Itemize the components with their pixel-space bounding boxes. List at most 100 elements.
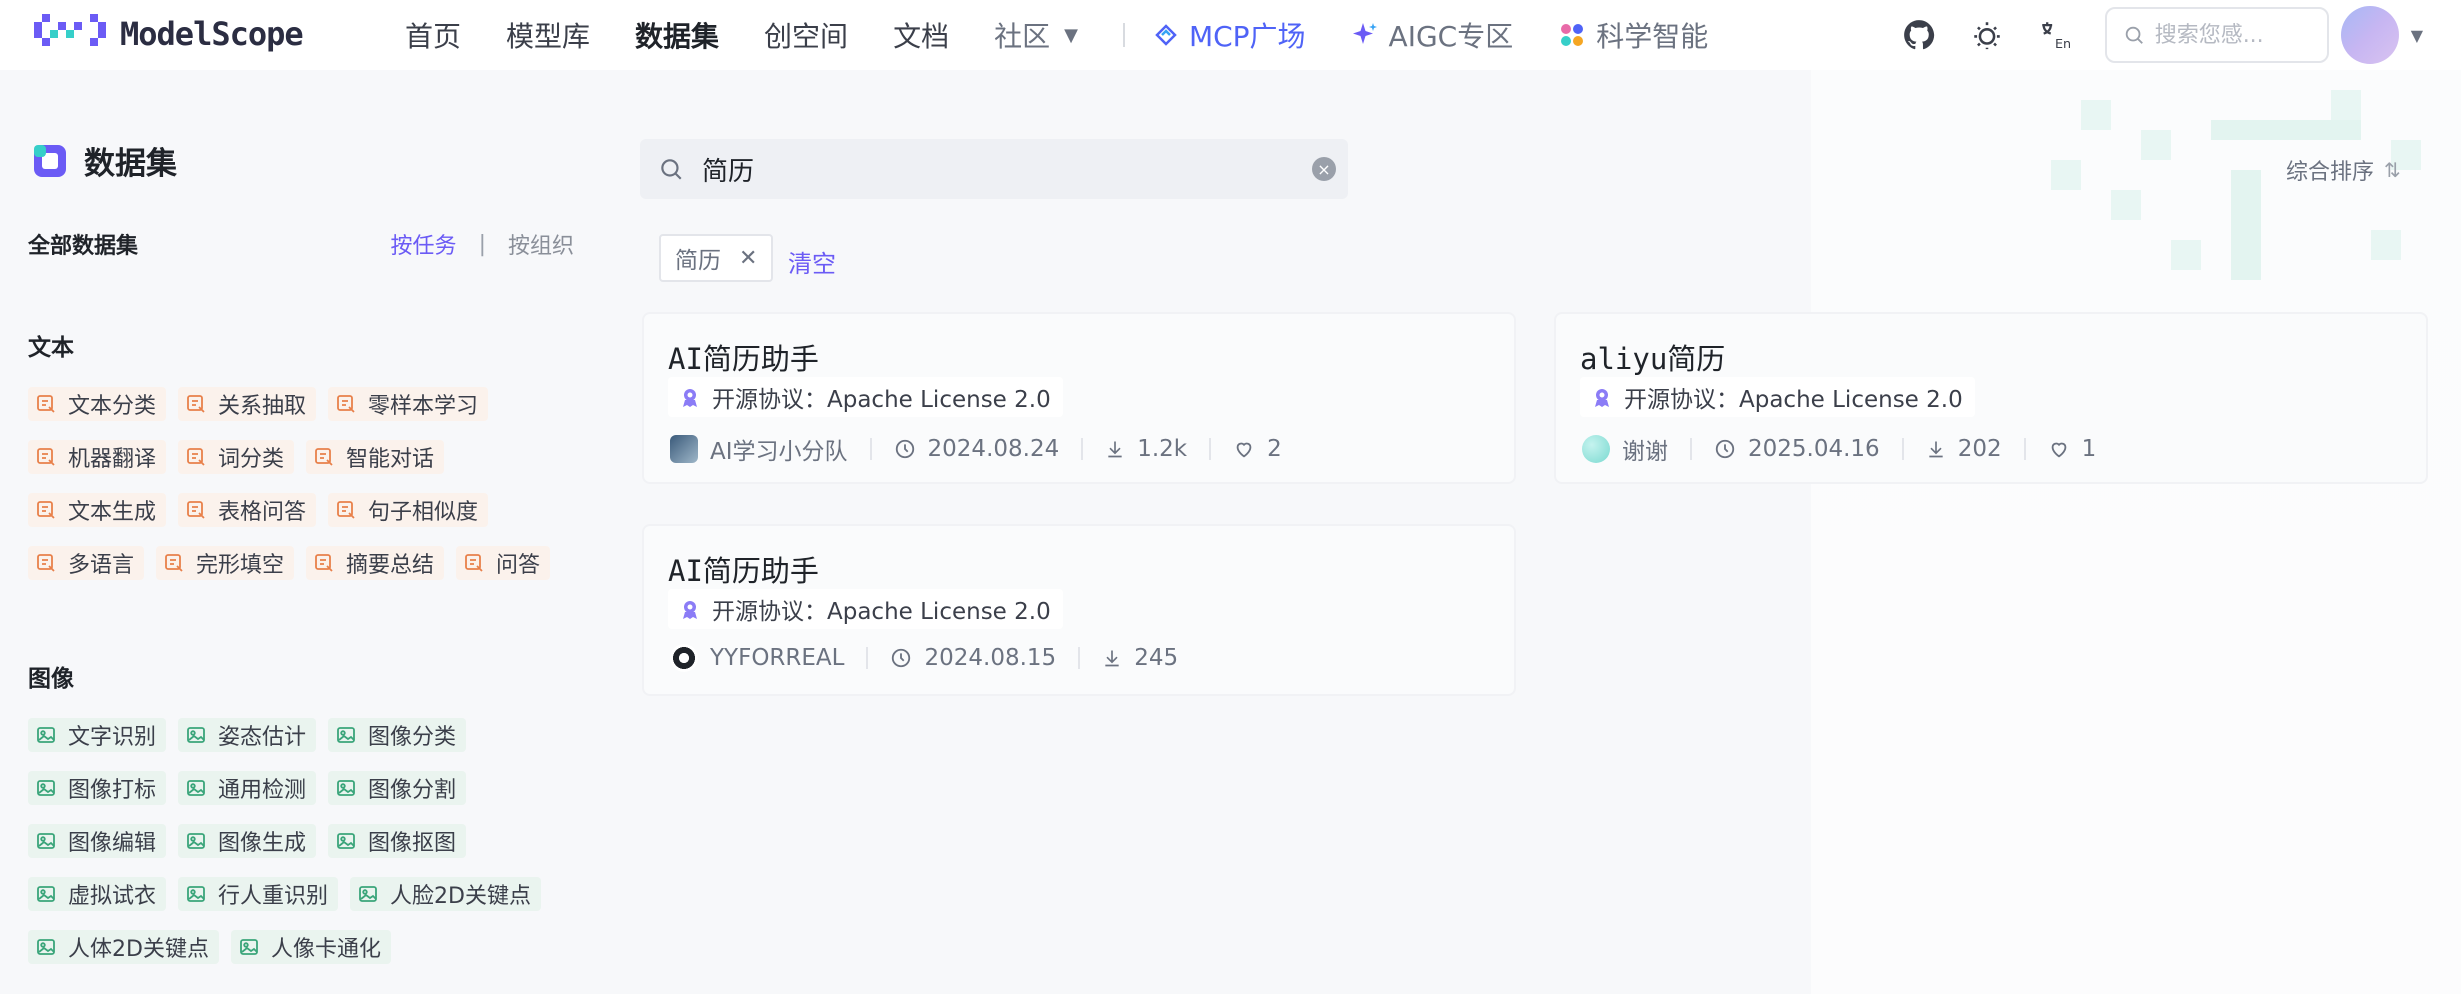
- img-task-tag[interactable]: 图像编辑: [28, 824, 167, 858]
- updated-date: 2025.04.16: [1748, 436, 1880, 462]
- nav-community[interactable]: 社区 ▼: [994, 15, 1078, 55]
- caret-down-icon[interactable]: ▼: [2411, 26, 2423, 45]
- all-datasets-label[interactable]: 全部数据集: [28, 228, 138, 260]
- modelscope-logo[interactable]: ModelScope: [34, 14, 304, 54]
- heart-icon: [2048, 438, 2070, 460]
- by-org-tab[interactable]: 按组织: [508, 228, 574, 260]
- img-task-tag[interactable]: 通用检测: [178, 771, 317, 805]
- img-task-tag[interactable]: 人体2D关键点: [28, 930, 219, 964]
- github-icon[interactable]: [1901, 17, 1937, 53]
- img-task-tag[interactable]: 图像打标: [28, 771, 167, 805]
- text-task-tag[interactable]: 文本生成: [28, 493, 167, 527]
- text-task-tag[interactable]: 问答: [456, 546, 551, 580]
- meta-divider: [1209, 438, 1212, 460]
- text-task-tag[interactable]: 零样本学习: [328, 387, 489, 421]
- img-task-tag[interactable]: 图像分类: [328, 718, 467, 752]
- language-switch-icon[interactable]: En: [2037, 17, 2073, 53]
- nav-datasets[interactable]: 数据集: [635, 15, 719, 55]
- user-avatar[interactable]: [2340, 6, 2399, 64]
- clear-search-icon[interactable]: ×: [1312, 157, 1336, 181]
- caret-down-icon: ▼: [1064, 24, 1078, 46]
- header-search[interactable]: [2104, 7, 2329, 63]
- text-task-tag[interactable]: 机器翻译: [28, 440, 167, 474]
- owner-name[interactable]: YYFORREAL: [710, 645, 844, 671]
- text-task-icon: [464, 553, 484, 573]
- license-text: 开源协议：Apache License 2.0: [712, 599, 1051, 625]
- text-tag-row: 多语言 完形填空 摘要总结 问答: [28, 546, 588, 580]
- img-task-tag[interactable]: 虚拟试衣: [28, 877, 167, 911]
- science-icon: [1558, 21, 1586, 49]
- img-task-tag[interactable]: 图像抠图: [328, 824, 467, 858]
- image-task-icon: [186, 884, 206, 904]
- search-query[interactable]: 简历: [702, 151, 754, 188]
- heart-icon: [1233, 438, 1255, 460]
- img-task-tag[interactable]: 人像卡通化: [230, 930, 391, 964]
- nav-science[interactable]: 科学智能: [1558, 15, 1708, 55]
- tag-label: 虚拟试衣: [68, 884, 157, 909]
- sort-dropdown[interactable]: 综合排序 ⇅: [2286, 154, 2401, 186]
- license-icon: [678, 385, 702, 409]
- nav-studios[interactable]: 创空间: [764, 15, 848, 55]
- text-task-tag[interactable]: 多语言: [28, 546, 145, 580]
- text-task-icon: [186, 394, 206, 414]
- nav-models[interactable]: 模型库: [506, 15, 590, 55]
- text-task-tag[interactable]: 词分类: [178, 440, 295, 474]
- image-task-icon: [336, 725, 356, 745]
- close-icon[interactable]: ✕: [739, 246, 757, 271]
- text-task-tag[interactable]: 完形填空: [156, 546, 295, 580]
- clear-filters-link[interactable]: 清空: [788, 244, 836, 279]
- download-count: 245: [1134, 645, 1179, 671]
- dataset-title[interactable]: AI简历助手: [668, 336, 819, 378]
- img-task-tag[interactable]: 姿态估计: [178, 718, 317, 752]
- tag-label: 图像编辑: [68, 831, 157, 856]
- text-task-tag[interactable]: 关系抽取: [178, 387, 317, 421]
- text-task-tag[interactable]: 摘要总结: [306, 546, 445, 580]
- nav-science-label: 科学智能: [1596, 20, 1709, 53]
- dataset-search-bar[interactable]: 简历 ×: [640, 139, 1348, 199]
- dataset-title[interactable]: AI简历助手: [668, 548, 819, 590]
- search-icon: [661, 159, 682, 180]
- dataset-card[interactable]: AI简历助手 开源协议：Apache License 2.0 AI学习小分队 2…: [642, 312, 1516, 484]
- text-task-tag[interactable]: 文本分类: [28, 387, 167, 421]
- img-task-tag[interactable]: 图像生成: [178, 824, 317, 858]
- text-task-tag[interactable]: 表格问答: [178, 493, 317, 527]
- sidebar-header: 数据集: [32, 138, 177, 183]
- text-task-icon: [36, 553, 56, 573]
- like-count: 2: [1267, 436, 1282, 462]
- active-filter-chip[interactable]: 简历 ✕: [659, 234, 774, 282]
- tag-label: 图像抠图: [368, 831, 457, 856]
- nav-docs[interactable]: 文档: [893, 15, 949, 55]
- sparkle-icon: [1351, 21, 1379, 49]
- meta-divider: [1078, 647, 1081, 669]
- img-task-tag[interactable]: 文字识别: [28, 718, 167, 752]
- text-tag-row: 文本生成 表格问答 句子相似度: [28, 493, 588, 527]
- img-task-tag[interactable]: 图像分割: [328, 771, 467, 805]
- card-meta: 谢谢 2025.04.16 202 1: [1582, 432, 2096, 466]
- background-decoration: [1811, 70, 2461, 994]
- tag-label: 关系抽取: [218, 394, 307, 419]
- tag-label: 行人重识别: [218, 884, 329, 909]
- download-icon: [1926, 439, 1946, 459]
- owner-name[interactable]: 谢谢: [1622, 432, 1668, 466]
- by-task-tab[interactable]: 按任务: [391, 228, 457, 260]
- dataset-card[interactable]: aliyu简历 开源协议：Apache License 2.0 谢谢 2025.…: [1554, 312, 2428, 484]
- text-tag-row: 机器翻译 词分类 智能对话: [28, 440, 588, 474]
- nav-home[interactable]: 首页: [405, 15, 461, 55]
- header-search-input[interactable]: [2154, 22, 2315, 48]
- text-task-tag[interactable]: 智能对话: [306, 440, 445, 474]
- img-task-tag[interactable]: 行人重识别: [178, 877, 339, 911]
- image-task-icon: [336, 778, 356, 798]
- license-text: 开源协议：Apache License 2.0: [712, 387, 1051, 413]
- nav-aigc[interactable]: AIGC专区: [1351, 15, 1513, 55]
- img-task-tag[interactable]: 人脸2D关键点: [350, 877, 541, 911]
- dataset-title[interactable]: aliyu简历: [1580, 336, 1725, 378]
- tag-label: 表格问答: [218, 500, 307, 525]
- text-task-tag[interactable]: 句子相似度: [328, 493, 489, 527]
- theme-sun-icon[interactable]: [1969, 17, 2005, 53]
- text-task-icon: [314, 553, 334, 573]
- decoration-pixel: [2141, 130, 2171, 160]
- mcp-icon: [1153, 22, 1179, 48]
- owner-name[interactable]: AI学习小分队: [710, 432, 848, 466]
- nav-mcp[interactable]: MCP广场: [1153, 15, 1306, 55]
- dataset-card[interactable]: AI简历助手 开源协议：Apache License 2.0 YYFORREAL…: [642, 524, 1516, 696]
